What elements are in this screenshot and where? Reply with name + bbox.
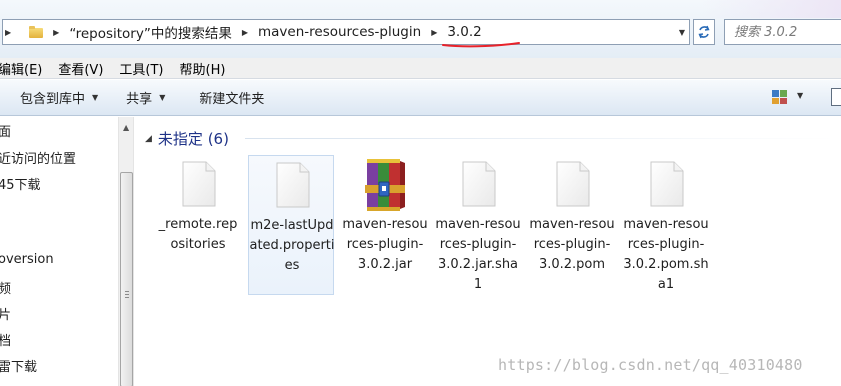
group-title: 未指定 (6) xyxy=(157,130,229,148)
crumb-arrow-icon[interactable]: ▶ xyxy=(242,28,248,37)
nav-item-desktop[interactable]: 面 xyxy=(0,121,11,140)
file-item[interactable]: maven-resources-plugin-3.0.2.pom xyxy=(529,155,615,295)
command-toolbar: 包含到库中 ▼ 共享 ▼ 新建文件夹 ▼ xyxy=(0,80,841,116)
file-item-selected[interactable]: m2e-lastUpdated.properties xyxy=(248,155,335,295)
red-underline-annotation xyxy=(442,42,521,48)
refresh-icon xyxy=(698,25,710,39)
file-item[interactable]: maven-resources-plugin-3.0.2.jar.sha1 xyxy=(435,155,521,295)
document-icon xyxy=(650,161,684,207)
document-icon xyxy=(276,162,310,208)
file-name: _remote.repositories xyxy=(158,217,238,252)
breadcrumb-current-label: 3.0.2 xyxy=(447,24,482,40)
nav-item-downloads[interactable]: 45下载 xyxy=(0,174,41,193)
group-divider xyxy=(245,138,835,139)
document-icon xyxy=(556,161,590,207)
document-icon xyxy=(182,161,216,207)
refresh-button[interactable] xyxy=(693,19,715,45)
crumb-arrow-icon[interactable]: ▶ xyxy=(431,28,437,37)
nav-pane-scrollbar[interactable]: ▲ xyxy=(118,117,134,386)
address-history-dropdown-icon[interactable]: ▼ xyxy=(673,19,691,45)
file-name: maven-resources-plugin-3.0.2.jar xyxy=(342,217,428,272)
file-item[interactable]: maven-resources-plugin-3.0.2.pom.sha1 xyxy=(623,155,709,295)
breadcrumb-search-results[interactable]: “repository”中的搜索结果 xyxy=(69,22,232,42)
scroll-up-arrow-icon[interactable]: ▲ xyxy=(123,123,129,132)
navigation-pane: 面 近访问的位置 45下载 oversion 频 片 档 雷下载 xyxy=(0,117,118,386)
preview-pane-button[interactable] xyxy=(831,88,841,106)
view-options-dropdown-icon[interactable]: ▼ xyxy=(797,91,803,100)
file-item[interactable]: _remote.repositories xyxy=(155,155,241,295)
file-list-area: ◢ 未指定 (6) _remote.repositories m2e-lastU… xyxy=(135,117,841,386)
nav-item-pictures[interactable]: 片 xyxy=(0,304,11,323)
nav-item-oversion[interactable]: oversion xyxy=(0,252,54,267)
nav-item-documents[interactable]: 档 xyxy=(0,330,11,349)
collapse-triangle-icon[interactable]: ◢ xyxy=(145,134,152,144)
file-name: maven-resources-plugin-3.0.2.pom.sha1 xyxy=(623,217,709,292)
scrollbar-thumb[interactable] xyxy=(120,172,133,386)
nav-item-videos[interactable]: 频 xyxy=(0,278,11,297)
nav-item-recent[interactable]: 近访问的位置 xyxy=(0,148,76,167)
file-name: maven-resources-plugin-3.0.2.pom xyxy=(529,217,615,272)
crumb-arrow-icon[interactable]: ▶ xyxy=(53,28,59,37)
include-in-library-label: 包含到库中 xyxy=(20,92,86,107)
search-box[interactable] xyxy=(724,19,841,45)
new-folder-button[interactable]: 新建文件夹 xyxy=(199,88,264,107)
change-view-icon[interactable] xyxy=(772,90,788,104)
address-bar-row: ▶ ▶ “repository”中的搜索结果 ▶ maven-resources… xyxy=(0,0,841,58)
chevron-down-icon: ▼ xyxy=(159,93,166,102)
file-name: maven-resources-plugin-3.0.2.jar.sha1 xyxy=(435,217,521,292)
menu-edit[interactable]: 编辑(E) xyxy=(0,59,42,78)
watermark-url: https://blog.csdn.net/qq_40310480 xyxy=(498,356,803,374)
winrar-archive-icon xyxy=(365,159,405,211)
crumb-arrow-icon[interactable]: ▶ xyxy=(5,28,11,37)
menu-help[interactable]: 帮助(H) xyxy=(180,59,226,78)
file-item[interactable]: maven-resources-plugin-3.0.2.jar xyxy=(342,155,428,295)
group-header[interactable]: ◢ 未指定 (6) xyxy=(145,128,229,149)
file-name: m2e-lastUpdated.properties xyxy=(249,218,335,273)
scrollbar-grip-icon xyxy=(125,291,129,298)
include-in-library-button[interactable]: 包含到库中 ▼ xyxy=(20,88,98,107)
chevron-down-icon: ▼ xyxy=(92,93,99,102)
menu-view[interactable]: 查看(V) xyxy=(58,59,103,78)
share-button[interactable]: 共享 ▼ xyxy=(126,88,165,107)
document-icon xyxy=(462,161,496,207)
address-bar[interactable]: ▶ ▶ “repository”中的搜索结果 ▶ maven-resources… xyxy=(2,19,690,48)
menu-tools[interactable]: 工具(T) xyxy=(119,59,163,78)
search-input[interactable] xyxy=(734,24,841,40)
breadcrumb-maven-resources-plugin[interactable]: maven-resources-plugin xyxy=(258,24,421,40)
share-label: 共享 xyxy=(126,92,153,107)
folder-icon xyxy=(29,26,44,38)
breadcrumb-current-folder[interactable]: 3.0.2 xyxy=(442,24,521,48)
new-folder-label: 新建文件夹 xyxy=(199,92,265,107)
window-chrome-glow xyxy=(701,0,841,18)
nav-item-thunder-downloads[interactable]: 雷下载 xyxy=(0,356,37,375)
menu-bar: 编辑(E) 查看(V) 工具(T) 帮助(H) xyxy=(0,58,841,79)
